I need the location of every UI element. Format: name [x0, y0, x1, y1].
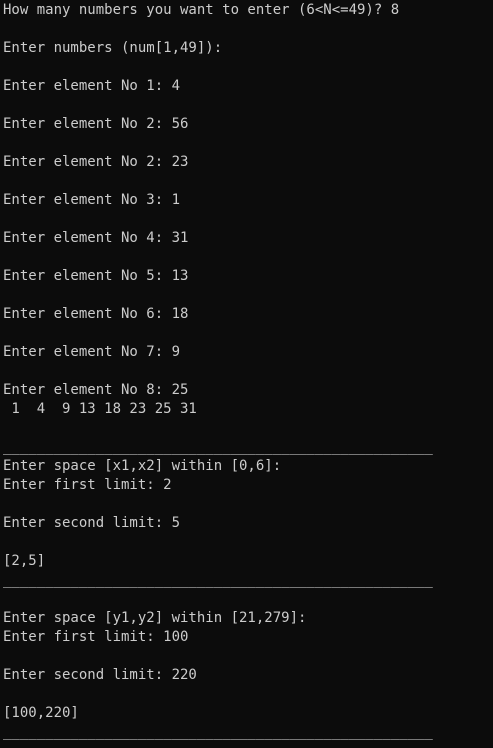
element-entry: Enter element No 5: 13: [3, 268, 189, 284]
y-range-output: [100,220]: [3, 705, 79, 721]
prompt-numbers: Enter numbers (num[1,49]):: [3, 40, 223, 56]
element-entry: Enter element No 2: 23: [3, 154, 189, 170]
second-limit-entry: Enter second limit: 5: [3, 515, 181, 531]
element-entry: Enter element No 4: 31: [3, 230, 189, 246]
sorted-output: 1 4 9 13 18 23 25 31: [3, 401, 197, 417]
separator-line: ________________________________________…: [3, 572, 433, 588]
element-entry: Enter element No 6: 18: [3, 306, 189, 322]
first-limit-entry: Enter first limit: 100: [3, 629, 189, 645]
separator-line: ________________________________________…: [3, 439, 433, 455]
x-range-output: [2,5]: [3, 553, 46, 569]
separator-line: ________________________________________…: [3, 724, 433, 740]
prompt-y-space: Enter space [y1,y2] within [21,279]:: [3, 610, 307, 626]
prompt-x-space: Enter space [x1,x2] within [0,6]:: [3, 458, 282, 474]
element-entry: Enter element No 8: 25: [3, 382, 189, 398]
second-limit-entry: Enter second limit: 220: [3, 667, 197, 683]
first-limit-entry: Enter first limit: 2: [3, 477, 172, 493]
element-entry: Enter element No 7: 9: [3, 344, 181, 360]
console-window[interactable]: How many numbers you want to enter (6<N<…: [0, 0, 493, 748]
element-entry: Enter element No 1: 4: [3, 78, 181, 94]
element-entry: Enter element No 2: 56: [3, 116, 189, 132]
element-entry: Enter element No 3: 1: [3, 192, 181, 208]
prompt-count: How many numbers you want to enter (6<N<…: [3, 2, 400, 18]
